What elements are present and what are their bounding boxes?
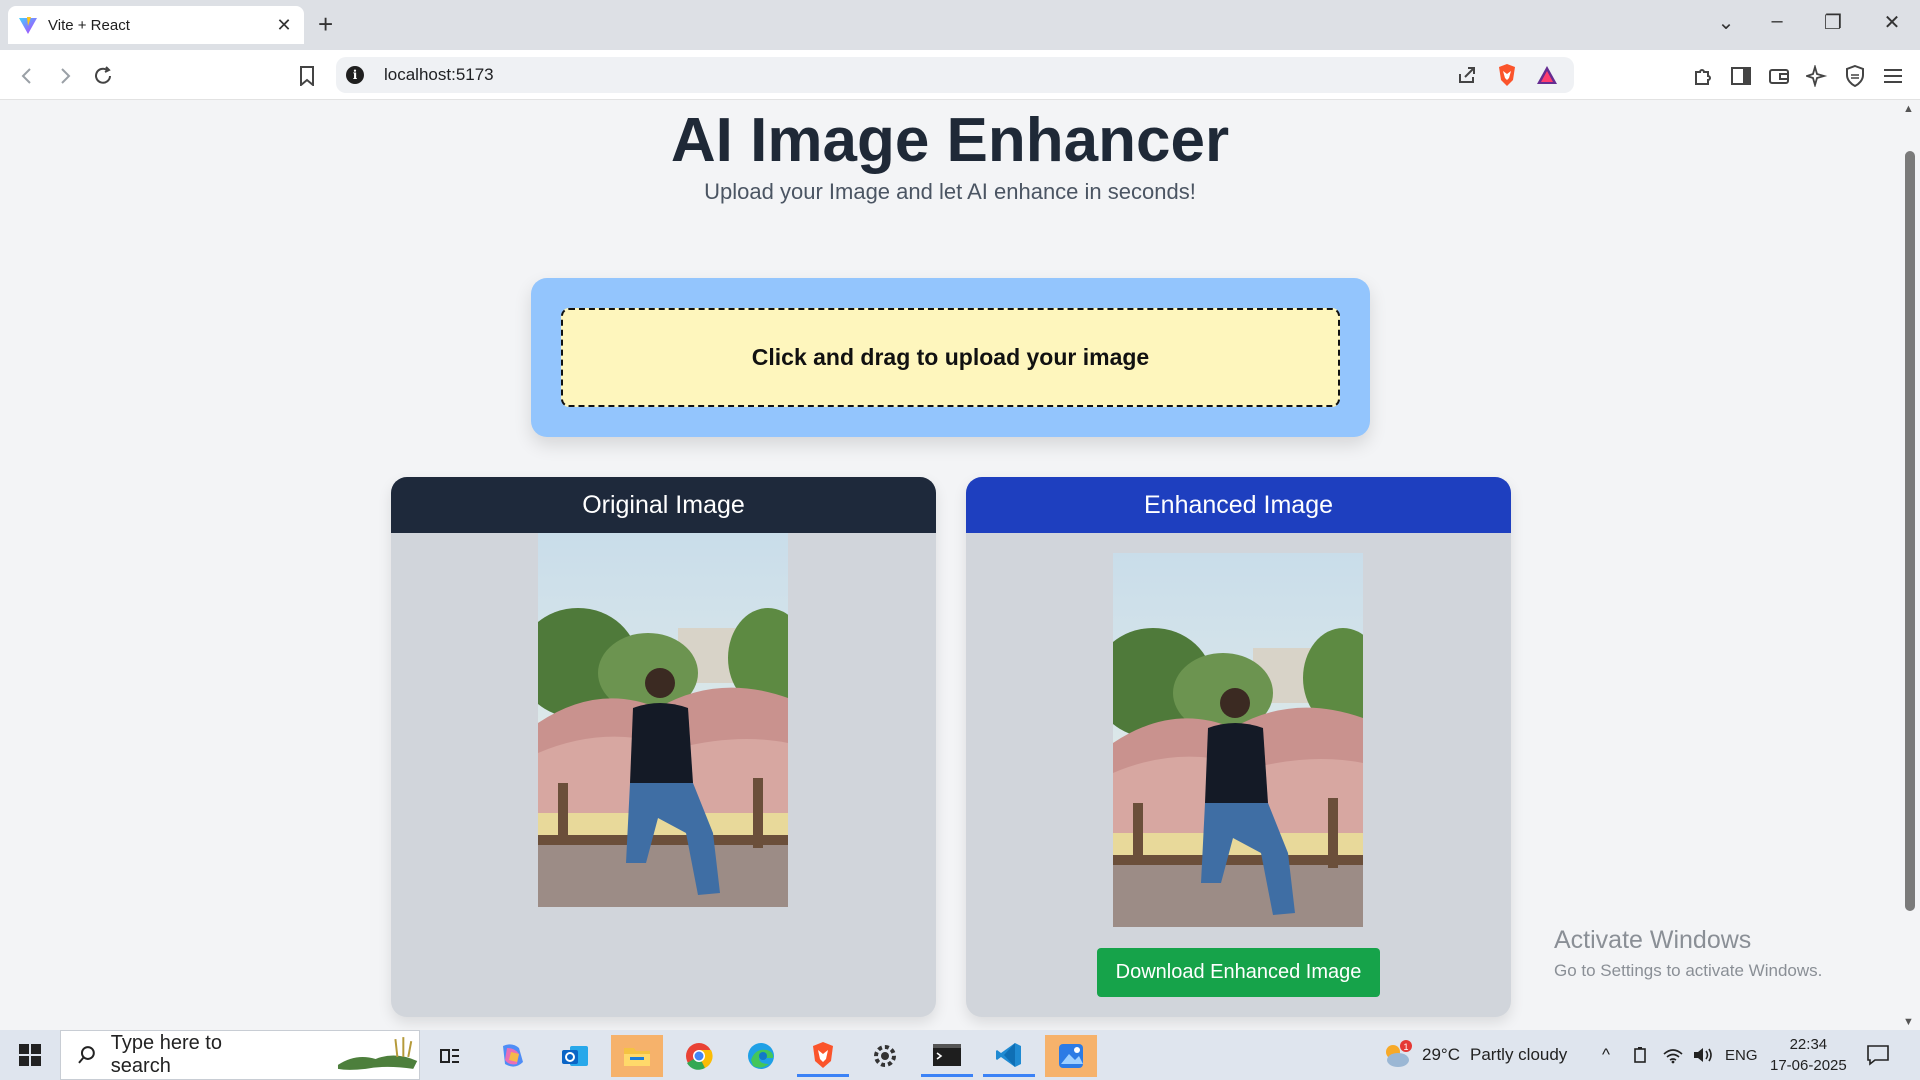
settings-gear-icon[interactable] xyxy=(859,1035,911,1077)
vpn-icon[interactable] xyxy=(1842,63,1868,89)
activate-windows-watermark: Activate Windows Go to Settings to activ… xyxy=(1554,926,1822,981)
watermark-subtitle: Go to Settings to activate Windows. xyxy=(1554,961,1823,980)
download-enhanced-button[interactable]: Download Enhanced Image xyxy=(1097,948,1380,997)
page-subtitle: Upload your Image and let AI enhance in … xyxy=(704,179,1196,204)
photos-icon[interactable] xyxy=(1045,1035,1097,1077)
scroll-thumb[interactable] xyxy=(1905,151,1915,911)
enhanced-photo xyxy=(1113,553,1363,927)
terminal-icon[interactable] xyxy=(921,1035,973,1077)
vite-logo-icon xyxy=(19,17,37,34)
extensions-icon[interactable] xyxy=(1690,63,1716,89)
wallet-icon[interactable] xyxy=(1766,63,1792,89)
windows-logo-icon xyxy=(19,1044,41,1066)
sidebar-icon[interactable] xyxy=(1728,63,1754,89)
chrome-icon[interactable] xyxy=(673,1035,725,1077)
watermark-title: Activate Windows xyxy=(1554,926,1752,954)
page-viewport: AI Image Enhancer Upload your Image and … xyxy=(0,101,1900,1030)
notifications-icon[interactable] xyxy=(1866,1030,1890,1080)
weather-temp: 29°C xyxy=(1422,1045,1460,1064)
reload-icon[interactable] xyxy=(90,63,116,89)
outlook-icon[interactable] xyxy=(549,1035,601,1077)
taskbar-search-placeholder: Type here to search xyxy=(110,1032,222,1077)
browser-tab[interactable]: Vite + React ✕ xyxy=(8,6,304,44)
new-tab-button[interactable]: + xyxy=(318,10,333,38)
wifi-icon[interactable] xyxy=(1662,1030,1684,1080)
clock-date: 17-06-2025 xyxy=(1770,1057,1847,1074)
file-explorer-icon[interactable] xyxy=(611,1035,663,1077)
site-info-icon[interactable]: i xyxy=(346,66,364,84)
restore-button[interactable]: ❐ xyxy=(1813,10,1853,35)
clock[interactable]: 22:34 17-06-2025 xyxy=(1770,1030,1847,1080)
task-view-icon[interactable] xyxy=(424,1035,476,1077)
scroll-down-icon[interactable]: ▼ xyxy=(1903,1016,1914,1028)
tab-search-icon[interactable]: ⌄ xyxy=(1706,10,1746,35)
forward-icon[interactable] xyxy=(52,63,78,89)
upload-dropzone[interactable]: Click and drag to upload your image xyxy=(561,308,1340,407)
page-title: AI Image Enhancer xyxy=(670,106,1230,175)
search-icon xyxy=(78,1046,95,1064)
back-icon[interactable] xyxy=(14,63,40,89)
show-hidden-icons-icon[interactable]: ^ xyxy=(1602,1030,1610,1080)
weather-alert-badge: 1 xyxy=(1403,1042,1408,1052)
brave-shields-icon[interactable] xyxy=(1494,62,1520,88)
url-text[interactable]: localhost:5173 xyxy=(384,65,1454,85)
enhanced-image-card: Enhanced Image Download Enhanced Image xyxy=(966,477,1511,1017)
leo-ai-icon[interactable] xyxy=(1804,63,1830,89)
clock-time: 22:34 xyxy=(1789,1036,1828,1053)
browser-toolbar: i localhost:5173 xyxy=(0,50,1920,100)
brave-taskbar-icon[interactable] xyxy=(797,1035,849,1077)
taskbar-search[interactable]: Type here to search xyxy=(60,1030,420,1080)
windows-taskbar: Type here to search 1 29°C Partly cloudy… xyxy=(0,1030,1920,1080)
address-bar[interactable]: i localhost:5173 xyxy=(336,57,1574,93)
weather-widget[interactable]: 1 29°C Partly cloudy xyxy=(1380,1030,1567,1080)
enhanced-image-header: Enhanced Image xyxy=(966,477,1511,533)
vscode-icon[interactable] xyxy=(983,1035,1035,1077)
weather-desc: Partly cloudy xyxy=(1469,1045,1568,1064)
battery-icon[interactable] xyxy=(1632,1030,1650,1080)
language-indicator[interactable]: ENG xyxy=(1725,1030,1758,1080)
share-icon[interactable] xyxy=(1454,62,1480,88)
browser-tabstrip: Vite + React ✕ + ⌄ – ❐ ✕ xyxy=(0,0,1920,50)
search-highlight-icon xyxy=(337,1037,418,1070)
minimize-button[interactable]: – xyxy=(1757,10,1797,33)
edge-icon[interactable] xyxy=(735,1035,787,1077)
bookmark-icon[interactable] xyxy=(294,63,320,89)
tab-title: Vite + React xyxy=(48,16,130,34)
close-window-button[interactable]: ✕ xyxy=(1872,10,1912,35)
copilot-icon[interactable] xyxy=(486,1035,538,1077)
volume-icon[interactable] xyxy=(1692,1030,1714,1080)
scroll-up-icon[interactable]: ▲ xyxy=(1903,103,1914,115)
close-tab-icon[interactable]: ✕ xyxy=(274,15,294,36)
page-scrollbar[interactable]: ▲ ▼ xyxy=(1900,101,1920,1030)
weather-partly-cloudy-icon: 1 xyxy=(1386,1040,1412,1067)
brave-rewards-icon[interactable] xyxy=(1534,62,1560,88)
original-image-card: Original Image xyxy=(391,477,936,1017)
upload-panel: Click and drag to upload your image xyxy=(531,278,1370,437)
start-button[interactable] xyxy=(10,1040,50,1070)
original-photo xyxy=(538,533,788,907)
original-image-header: Original Image xyxy=(391,477,936,533)
menu-icon[interactable] xyxy=(1880,63,1906,89)
